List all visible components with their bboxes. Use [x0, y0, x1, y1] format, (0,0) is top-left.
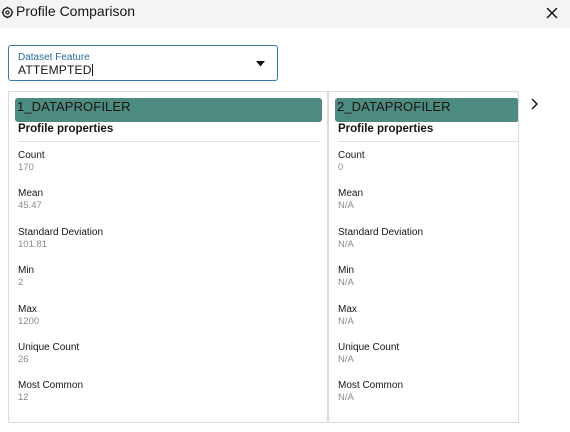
property-unique-count: Unique Count 26	[18, 342, 79, 365]
dataset-feature-select[interactable]: Dataset Feature ATTEMPTED	[8, 45, 278, 81]
property-label: Count	[18, 150, 45, 161]
text-cursor	[91, 64, 93, 76]
property-max: Max 1200	[18, 304, 39, 327]
property-value: 170	[18, 162, 34, 173]
property-min: Min 2	[18, 265, 34, 288]
property-count: Count 0	[338, 150, 365, 173]
property-most-common: Most Common 12	[18, 380, 83, 403]
dataset-feature-value[interactable]: ATTEMPTED	[18, 63, 93, 77]
property-value: N/A	[338, 316, 354, 327]
dialog-title: Profile Comparison	[16, 3, 136, 19]
property-most-common: Most Common N/A	[338, 380, 403, 403]
close-icon[interactable]	[543, 4, 561, 22]
dataset-feature-label: Dataset Feature	[18, 52, 90, 63]
property-label: Standard Deviation	[18, 227, 104, 238]
chevron-down-icon[interactable]	[256, 61, 265, 67]
property-value: 26	[18, 354, 29, 365]
property-value: 0	[338, 162, 344, 173]
property-label: Max	[18, 304, 37, 315]
property-standard-deviation: Standard Deviation 101.81	[18, 227, 103, 250]
property-count: Count 170	[18, 150, 45, 173]
dialog-titlebar: Profile Comparison	[0, 0, 570, 28]
property-value: N/A	[338, 239, 354, 250]
property-label: Most Common	[18, 380, 84, 391]
profile-card-header: 1_DATAPROFILER	[15, 98, 322, 122]
property-label: Unique Count	[338, 342, 400, 353]
property-value: 45.47	[18, 200, 42, 211]
profile-card-1: 1_DATAPROFILER Profile properties Count …	[8, 91, 328, 423]
divider	[338, 141, 518, 142]
divider	[18, 141, 320, 142]
property-label: Standard Deviation	[338, 227, 424, 238]
property-label: Min	[18, 265, 35, 276]
property-value: 12	[18, 392, 29, 403]
property-mean: Mean 45.47	[18, 188, 43, 211]
property-value: N/A	[338, 392, 354, 403]
section-title: Profile properties	[18, 123, 114, 135]
property-label: Most Common	[338, 380, 404, 391]
property-value: 1200	[18, 316, 40, 327]
chevron-right-icon[interactable]	[529, 97, 541, 111]
section-title: Profile properties	[338, 123, 434, 135]
property-label: Max	[338, 304, 357, 315]
property-value: N/A	[338, 277, 354, 288]
property-value: N/A	[338, 354, 354, 365]
dataset-feature-value-text: ATTEMPTED	[18, 63, 92, 77]
property-max: Max N/A	[338, 304, 357, 327]
property-value: 101.81	[18, 239, 48, 250]
profile-comparison-icon	[1, 6, 14, 19]
property-value: 2	[18, 277, 24, 288]
property-value: N/A	[338, 200, 354, 211]
profile-card-2: 2_DATAPROFILER Profile properties Count …	[328, 91, 519, 423]
property-label: Min	[338, 265, 355, 276]
property-standard-deviation: Standard Deviation N/A	[338, 227, 423, 250]
property-label: Unique Count	[18, 342, 80, 353]
property-mean: Mean N/A	[338, 188, 363, 211]
property-label: Mean	[18, 188, 44, 199]
property-unique-count: Unique Count N/A	[338, 342, 399, 365]
property-label: Mean	[338, 188, 364, 199]
property-label: Count	[338, 150, 365, 161]
profile-card-header: 2_DATAPROFILER	[335, 98, 518, 122]
property-min: Min N/A	[338, 265, 354, 288]
